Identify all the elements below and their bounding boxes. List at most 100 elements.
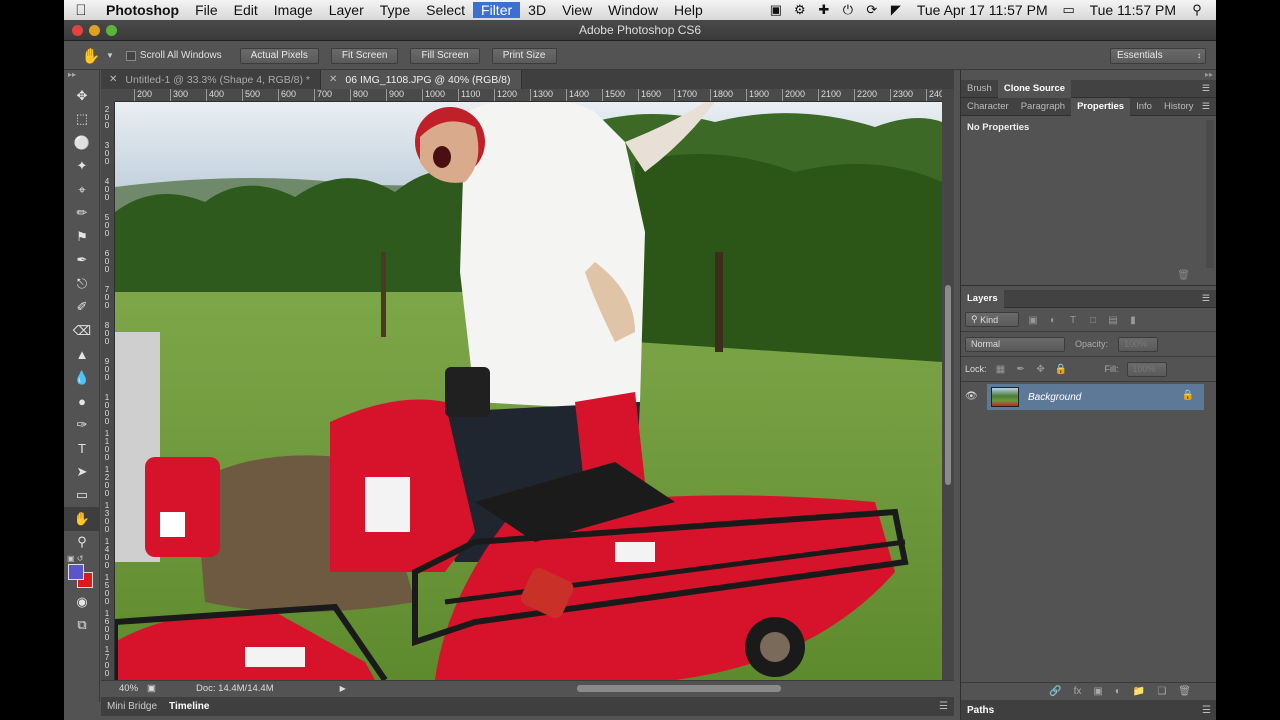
lasso-tool-icon[interactable]: ⚪ xyxy=(64,131,100,155)
hand-tool-icon[interactable]: ✋ xyxy=(64,507,100,531)
magic-wand-tool-icon[interactable]: ✦ xyxy=(64,155,100,179)
menu-file[interactable]: File xyxy=(187,2,226,18)
zoom-tool-icon[interactable]: ⚲ xyxy=(64,531,100,555)
eraser-tool-icon[interactable]: ⌫ xyxy=(64,319,100,343)
horizontal-scrollbar-thumb[interactable] xyxy=(577,685,781,692)
marquee-tool-icon[interactable]: ⬚ xyxy=(64,108,100,132)
checkbox-box[interactable] xyxy=(125,50,136,61)
camera-icon[interactable]: ▣ xyxy=(765,2,787,18)
sync-icon[interactable]: ⟳ xyxy=(861,2,883,18)
layer-style-icon[interactable]: fx xyxy=(1074,686,1082,697)
pixel-filter-icon[interactable]: ▣ xyxy=(1027,315,1039,326)
panel-menu-icon[interactable]: ☰ xyxy=(939,701,948,712)
fill-input[interactable]: 100% xyxy=(1126,361,1167,377)
filter-toggle-icon[interactable]: ▮ xyxy=(1127,315,1139,326)
quick-mask-icon[interactable]: ◉ xyxy=(64,590,100,614)
export-icon[interactable]: ▣ xyxy=(147,683,156,694)
type-filter-icon[interactable]: T xyxy=(1067,315,1079,326)
shape-filter-icon[interactable]: □ xyxy=(1087,315,1099,326)
tab-properties[interactable]: Properties xyxy=(1071,97,1131,116)
workspace-select[interactable]: Essentials ↕ xyxy=(1110,48,1206,64)
menu-view[interactable]: View xyxy=(554,2,600,18)
menubar-clock[interactable]: Tue 11:57 PM xyxy=(1082,2,1184,18)
trash-icon[interactable]: 🗑 xyxy=(1177,270,1190,281)
new-layer-icon[interactable]: ❏ xyxy=(1157,686,1166,697)
tab-history[interactable]: History xyxy=(1158,98,1200,116)
default-colors-icon[interactable]: ▣ ↺ xyxy=(67,554,83,563)
pen-tool-icon[interactable]: ✑ xyxy=(64,413,100,437)
brush-tool-icon[interactable]: ✒ xyxy=(64,249,100,273)
status-menu-arrow-icon[interactable]: ▶ xyxy=(340,684,346,693)
scrollbar-thumb[interactable] xyxy=(945,285,951,485)
crop-tool-icon[interactable]: ⌖ xyxy=(64,178,100,202)
delete-layer-icon[interactable]: 🗑 xyxy=(1178,686,1191,697)
menu-select[interactable]: Select xyxy=(418,2,473,18)
menu-app[interactable]: Photoshop xyxy=(98,2,187,18)
menu-window[interactable]: Window xyxy=(600,2,666,18)
blend-mode-select[interactable]: Normal xyxy=(965,336,1065,352)
menu-3d[interactable]: 3D xyxy=(520,2,554,18)
gear-icon[interactable]: ⚙ xyxy=(789,2,811,18)
tab-info[interactable]: Info xyxy=(1130,98,1158,116)
smart-object-filter-icon[interactable]: ▤ xyxy=(1107,315,1119,326)
clone-stamp-tool-icon[interactable]: ⎋ xyxy=(64,272,100,296)
tab-character[interactable]: Character xyxy=(961,98,1015,116)
adjustment-layer-icon[interactable]: ◐ xyxy=(1115,686,1121,697)
rectangle-tool-icon[interactable]: ▭ xyxy=(64,484,100,508)
path-selection-tool-icon[interactable]: ➤ xyxy=(64,460,100,484)
lock-icon[interactable]: ⏻ xyxy=(837,2,859,18)
dodge-tool-icon[interactable]: ● xyxy=(64,390,100,414)
move-tool-icon[interactable]: ✥ xyxy=(64,84,100,108)
fit-screen-button[interactable]: Fit Screen xyxy=(330,47,399,64)
type-tool-icon[interactable]: T xyxy=(64,437,100,461)
wifi-icon[interactable]: ◤ xyxy=(885,2,907,18)
panel-menu-icon[interactable]: ☰ xyxy=(1202,101,1210,112)
blur-tool-icon[interactable]: 💧 xyxy=(64,366,100,390)
tab-paragraph[interactable]: Paragraph xyxy=(1015,98,1071,116)
adjustment-filter-icon[interactable]: ◐ xyxy=(1047,315,1059,326)
opacity-input[interactable]: 100% xyxy=(1118,336,1159,352)
link-layers-icon[interactable]: 🔗 xyxy=(1049,686,1061,697)
tool-preset-caret-icon[interactable]: ▼ xyxy=(106,51,114,60)
ruler-origin[interactable] xyxy=(101,89,115,102)
menu-filter[interactable]: Filter xyxy=(473,2,521,18)
battery-icon[interactable]: ▭ xyxy=(1058,2,1080,18)
vertical-scrollbar[interactable] xyxy=(942,89,954,680)
actual-pixels-button[interactable]: Actual Pixels xyxy=(239,47,319,64)
healing-brush-tool-icon[interactable]: ⚑ xyxy=(64,225,100,249)
vertical-ruler[interactable]: 200 300 400 500 600 700 800 900 1000 1100 1200 1300… xyxy=(101,102,115,680)
visibility-eye-icon[interactable]: 👁 xyxy=(965,391,978,402)
screen-mode-icon[interactable]: ⧉ xyxy=(64,614,100,638)
close-tab-icon[interactable]: ✕ xyxy=(329,74,337,85)
panel-menu-icon[interactable]: ☰ xyxy=(1202,83,1210,94)
menu-type[interactable]: Type xyxy=(372,2,418,18)
hand-tool-icon[interactable]: ✋ xyxy=(76,47,106,65)
close-tab-icon[interactable]: ✕ xyxy=(109,74,117,85)
properties-scrollbar[interactable] xyxy=(1206,120,1214,268)
doc-tab-img-1108[interactable]: ✕ 06 IMG_1108.JPG @ 40% (RGB/8) xyxy=(320,70,522,89)
tab-clone-source[interactable]: Clone Source xyxy=(997,79,1072,98)
doc-tab-untitled[interactable]: ✕ Untitled-1 @ 33.3% (Shape 4, RGB/8) * xyxy=(101,70,321,89)
gradient-tool-icon[interactable]: ▲ xyxy=(64,343,100,367)
apple-icon[interactable]:  xyxy=(64,2,98,19)
horizontal-ruler[interactable]: 200 300 400 500 600 700 800 900 1000 1100 1200 1300… xyxy=(115,89,942,102)
menu-edit[interactable]: Edit xyxy=(226,2,266,18)
add-mask-icon[interactable]: ▣ xyxy=(1093,686,1102,697)
scroll-all-windows-checkbox[interactable]: Scroll All Windows xyxy=(125,50,222,61)
panel-collapse-icon[interactable]: ▸▸ xyxy=(961,70,1216,80)
tab-brush[interactable]: Brush xyxy=(961,80,998,98)
panel-menu-icon[interactable]: ☰ xyxy=(1202,293,1210,304)
plus-icon[interactable]: ✚ xyxy=(813,2,835,18)
zoom-level[interactable]: 40% xyxy=(101,683,147,694)
search-icon[interactable]: ⚲ xyxy=(1186,2,1208,18)
document-canvas[interactable] xyxy=(115,102,942,680)
history-brush-tool-icon[interactable]: ✐ xyxy=(64,296,100,320)
tab-mini-bridge[interactable]: Mini Bridge xyxy=(101,697,163,716)
fill-screen-button[interactable]: Fill Screen xyxy=(410,47,480,64)
new-group-icon[interactable]: 📁 xyxy=(1133,686,1145,697)
foreground-color-swatch[interactable] xyxy=(68,564,84,580)
menu-help[interactable]: Help xyxy=(666,2,711,18)
lock-all-icon[interactable]: 🔒 xyxy=(1055,364,1067,375)
toolbox-collapse-icon[interactable]: ▸▸ xyxy=(64,70,99,84)
menu-layer[interactable]: Layer xyxy=(321,2,372,18)
